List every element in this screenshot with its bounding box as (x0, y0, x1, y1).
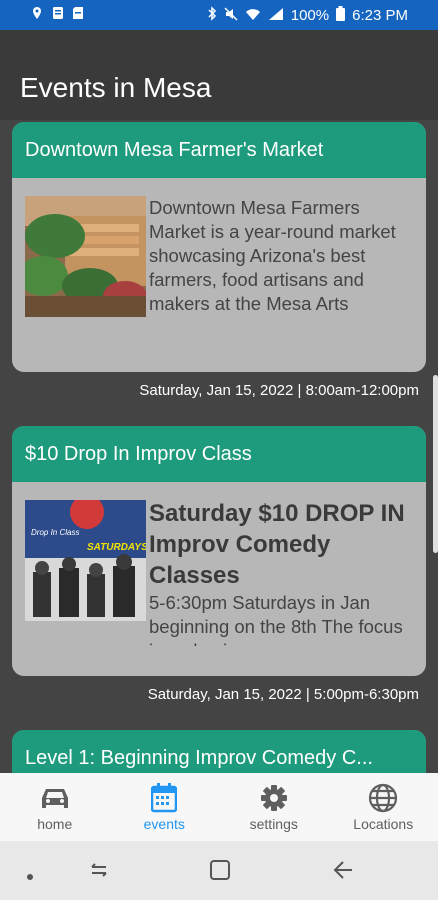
tab-label: home (37, 816, 73, 832)
calendar-icon (149, 783, 179, 813)
battery-percent: 100% (290, 7, 330, 24)
tab-locations[interactable]: Locations (329, 773, 438, 841)
event-description-block: Saturday $10 DROP IN Improv Comedy Class… (149, 498, 414, 646)
event-description-heading: Saturday $10 DROP IN Improv Comedy Class… (149, 500, 405, 589)
page-title: Events in Mesa (20, 72, 212, 103)
mute-icon (224, 6, 238, 25)
globe-icon (368, 783, 398, 813)
system-indicators: 100% 6:23 PM (207, 6, 408, 25)
tab-events[interactable]: events (110, 773, 220, 841)
event-date: Saturday, Jan 15, 2022 | 8:00am-12:00pm (139, 382, 419, 399)
notification-icon (52, 6, 64, 23)
location-icon (30, 6, 44, 23)
image-caption-saturdays: SATURDAYS (87, 542, 146, 553)
event-description: 5-6:30pm Saturdays in Jan beginning on t… (149, 592, 403, 646)
status-bar: 100% 6:23 PM (0, 0, 438, 30)
system-nav-bar (0, 841, 438, 900)
battery-icon (336, 6, 346, 25)
home-button[interactable] (209, 859, 231, 886)
event-body: Drop In Class SATURDAYS Saturday $10 DRO… (12, 482, 426, 676)
tab-home[interactable]: home (0, 773, 110, 841)
recents-button[interactable] (88, 859, 110, 886)
image-caption-drop-in: Drop In Class (31, 528, 80, 537)
sd-card-icon (72, 6, 84, 23)
signal-icon (268, 7, 284, 25)
event-card[interactable]: Downtown Mesa Farmer's Market Downtown M… (12, 122, 426, 372)
event-card[interactable]: Level 1: Beginning Improv Comedy C... (12, 730, 426, 773)
scrollbar[interactable] (433, 375, 438, 553)
tab-label: events (143, 816, 185, 832)
event-image (25, 196, 146, 317)
app-header: Events in Mesa (0, 30, 438, 120)
bottom-nav: home events settings Locations (0, 773, 438, 841)
event-title: Downtown Mesa Farmer's Market (12, 122, 426, 178)
gear-icon (259, 783, 289, 813)
events-list[interactable]: Downtown Mesa Farmer's Market Downtown M… (0, 120, 438, 773)
event-title: $10 Drop In Improv Class (12, 426, 426, 482)
event-image: Drop In Class SATURDAYS (25, 500, 146, 621)
bluetooth-icon (207, 6, 217, 25)
wifi-icon (245, 7, 261, 25)
event-date: Saturday, Jan 15, 2022 | 5:00pm-6:30pm (147, 686, 419, 703)
dot-icon[interactable] (26, 868, 34, 886)
event-description: Downtown Mesa Farmers Market is a year-r… (149, 197, 396, 314)
clock: 6:23 PM (352, 7, 408, 24)
car-icon (40, 783, 70, 813)
event-body: Downtown Mesa Farmers Market is a year-r… (12, 178, 426, 372)
notification-icons (30, 6, 84, 23)
tab-settings[interactable]: settings (219, 773, 329, 841)
back-button[interactable] (332, 859, 354, 886)
tab-label: Locations (353, 816, 414, 832)
tab-label: settings (249, 816, 298, 832)
event-card[interactable]: $10 Drop In Improv Class Drop In Class S… (12, 426, 426, 676)
event-title: Level 1: Beginning Improv Comedy C... (12, 730, 426, 773)
